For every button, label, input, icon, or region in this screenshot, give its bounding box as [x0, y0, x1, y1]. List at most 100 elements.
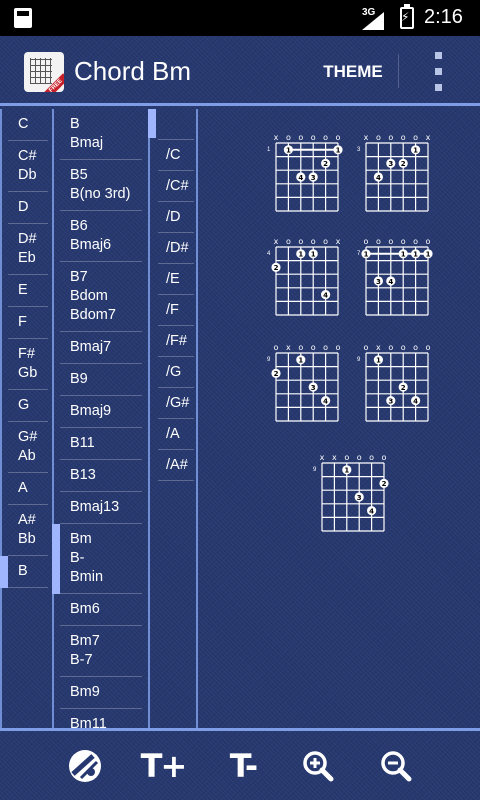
fret-number-label: 7 — [357, 251, 361, 257]
open-string-marker: o — [401, 133, 406, 142]
chord-type-item-label: B(no 3rd) — [70, 186, 131, 202]
chord-diagram-area: 1xooooo112433xoooox13244xoooox11247ooooo… — [200, 109, 480, 728]
root-note-item[interactable]: F — [8, 307, 48, 339]
chord-type-item-label: Bm7 — [70, 633, 100, 649]
bass-note-item[interactable]: /C — [158, 140, 194, 171]
chord-type-item[interactable]: Bmaj7 — [60, 332, 142, 364]
root-note-item-label: B — [18, 563, 28, 579]
open-string-marker: o — [388, 237, 393, 246]
root-note-item-label: A — [18, 480, 28, 496]
root-note-item[interactable]: E — [8, 275, 48, 307]
root-note-item[interactable]: A# Bb — [8, 505, 48, 556]
bass-note-item[interactable] — [158, 109, 194, 140]
zoom-in-icon[interactable] — [298, 743, 338, 789]
root-note-item[interactable]: B — [8, 556, 48, 588]
chord-type-item[interactable]: B13 — [60, 460, 142, 492]
chord-type-item[interactable]: Bm7 B-7 — [60, 626, 142, 677]
root-note-item[interactable]: G — [8, 390, 48, 422]
chord-diagram[interactable]: 9xxoooo1234 — [312, 451, 390, 544]
bass-note-item[interactable]: /F# — [158, 326, 194, 357]
finger-number: 1 — [298, 251, 303, 259]
chord-type-item[interactable]: Bm6 — [60, 594, 142, 626]
theme-button[interactable]: THEME — [310, 52, 396, 92]
chord-diagram[interactable]: 1xooooo11243 — [266, 131, 344, 224]
finger-number: 1 — [311, 251, 316, 259]
chord-diagram[interactable]: 3xoooox1324 — [356, 131, 434, 224]
chord-type-item-label: Bdom — [70, 288, 108, 304]
root-note-item-label: Bb — [18, 531, 36, 547]
signal-icon — [362, 12, 384, 30]
chord-type-item[interactable]: B9 — [60, 364, 142, 396]
root-note-list[interactable]: C C# Db D D# Eb E F F# Gb G G# Ab A A# Bb B — [8, 109, 48, 728]
finger-number: 3 — [388, 160, 393, 168]
bass-note-item[interactable]: /D# — [158, 233, 194, 264]
chord-type-item-label: B13 — [70, 467, 96, 483]
scroll-indicator — [148, 109, 156, 138]
guitar-pick-icon[interactable] — [62, 743, 108, 789]
bass-note-item[interactable]: /C# — [158, 171, 194, 202]
finger-number: 1 — [426, 251, 431, 259]
finger-number: 1 — [413, 251, 418, 259]
chord-type-item[interactable]: B5 B(no 3rd) — [60, 160, 142, 211]
bass-note-item[interactable]: /F — [158, 295, 194, 326]
muted-string-marker: x — [376, 343, 381, 352]
zoom-out-icon[interactable] — [376, 743, 416, 789]
muted-string-marker: x — [336, 237, 341, 246]
chord-type-item-label: B- — [70, 550, 85, 566]
root-note-item[interactable]: F# Gb — [8, 339, 48, 390]
finger-number: 4 — [388, 278, 393, 286]
chord-type-item[interactable]: B11 — [60, 428, 142, 460]
chord-type-item[interactable]: Bmaj9 — [60, 396, 142, 428]
chord-type-item[interactable]: B6 Bmaj6 — [60, 211, 142, 262]
chord-diagram[interactable]: 9oxoooo1234 — [356, 341, 434, 434]
chord-type-item[interactable]: B Bmaj — [60, 109, 142, 160]
bass-note-item[interactable]: /A — [158, 419, 194, 450]
chord-diagram[interactable]: 4xoooox1124 — [266, 235, 344, 328]
root-note-item[interactable]: C# Db — [8, 141, 48, 192]
root-note-item[interactable]: D# Eb — [8, 224, 48, 275]
fret-number-label: 3 — [357, 147, 361, 153]
bass-note-list[interactable]: /C/C#/D/D#/E/F/F#/G/G#/A/A# — [158, 109, 194, 728]
chord-diagram[interactable]: 7oooooo111134 — [356, 235, 434, 328]
bass-note-item[interactable]: /G — [158, 357, 194, 388]
chord-type-item[interactable]: B7 Bdom Bdom7 — [60, 262, 142, 332]
root-note-item-label: Gb — [18, 365, 38, 381]
sd-card-icon — [14, 8, 32, 28]
bass-note-item[interactable]: /E — [158, 264, 194, 295]
app-logo-icon[interactable] — [24, 52, 64, 92]
fret-number-label: 1 — [267, 147, 271, 153]
chord-type-item-label: Bm9 — [70, 684, 100, 700]
divider — [52, 109, 54, 728]
chord-type-item[interactable]: Bm11 — [60, 709, 142, 728]
open-string-marker: o — [364, 343, 369, 352]
open-string-marker: o — [401, 343, 406, 352]
chord-type-item[interactable]: Bm B- Bmin — [60, 524, 142, 594]
root-note-item[interactable]: D — [8, 192, 48, 224]
root-note-item[interactable]: A — [8, 473, 48, 505]
overflow-menu-icon[interactable] — [424, 50, 452, 94]
bass-note-item[interactable]: /G# — [158, 388, 194, 419]
text-smaller-button[interactable]: T- — [218, 743, 268, 789]
chord-type-item-label: B11 — [70, 435, 95, 451]
text-bigger-button[interactable]: T+ — [138, 743, 188, 789]
bass-note-item[interactable]: /A# — [158, 450, 194, 481]
open-string-marker: o — [323, 237, 328, 246]
chord-type-list[interactable]: B Bmaj B5 B(no 3rd) B6 Bmaj6 B7 Bdom Bdom7 Bmaj7 B… — [60, 109, 142, 728]
page-title: Chord Bm — [74, 56, 192, 86]
chord-type-item[interactable]: Bmaj13 — [60, 492, 142, 524]
root-note-item[interactable]: G# Ab — [8, 422, 48, 473]
chord-type-item-label: Bdom7 — [70, 307, 116, 323]
finger-number: 4 — [376, 174, 381, 182]
finger-number: 2 — [401, 384, 406, 392]
root-note-item[interactable]: C — [8, 109, 48, 141]
open-string-marker: o — [311, 133, 316, 142]
bass-note-item[interactable]: /D — [158, 202, 194, 233]
chord-type-item[interactable]: Bm9 — [60, 677, 142, 709]
chord-diagram[interactable]: 9oxoooo1234 — [266, 341, 344, 434]
root-note-item-label: Db — [18, 167, 37, 183]
finger-number: 1 — [413, 147, 418, 155]
muted-string-marker: x — [286, 343, 291, 352]
chord-type-item-label: B9 — [70, 371, 88, 387]
finger-number: 1 — [376, 357, 381, 365]
open-string-marker: o — [413, 343, 418, 352]
